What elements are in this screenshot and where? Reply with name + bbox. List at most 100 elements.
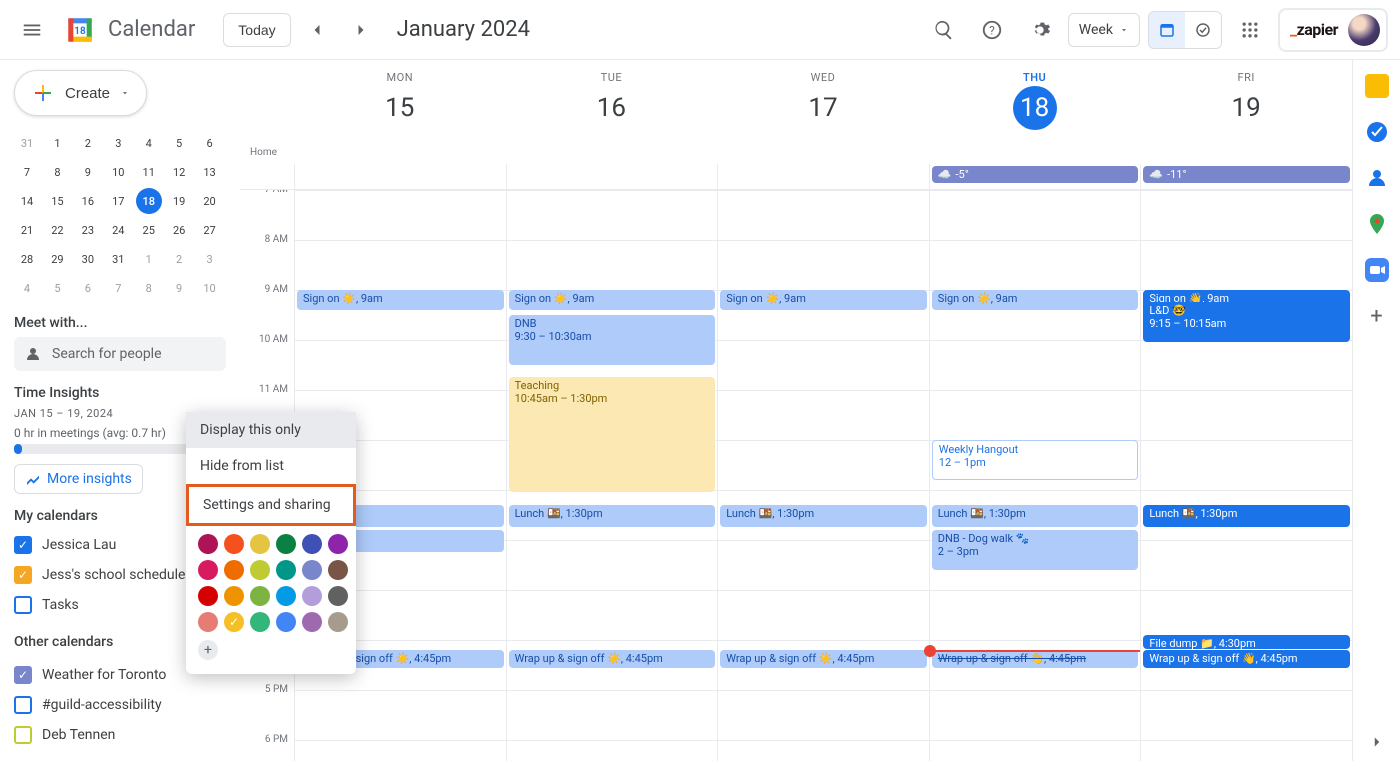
- calendar-event[interactable]: Lunch 🍱, 1:30pm: [720, 505, 927, 527]
- mini-cal-day[interactable]: 15: [44, 188, 70, 214]
- zoom-icon[interactable]: [1365, 258, 1389, 282]
- mini-cal-day[interactable]: 16: [75, 188, 101, 214]
- day-header[interactable]: THU18: [929, 60, 1141, 140]
- mini-cal-day[interactable]: 23: [75, 217, 101, 243]
- checkbox[interactable]: [14, 666, 32, 684]
- mini-cal-day[interactable]: 1: [44, 130, 70, 156]
- calendar-event[interactable]: Wrap up & sign off 👋, 4:45pm: [932, 650, 1139, 668]
- day-header[interactable]: WED17: [717, 60, 929, 140]
- color-swatch[interactable]: [276, 534, 296, 554]
- help-icon[interactable]: ?: [972, 10, 1012, 50]
- color-swatch[interactable]: [198, 612, 218, 632]
- calendar-event[interactable]: Lunch 🍱, 1:30pm: [932, 505, 1139, 527]
- today-button[interactable]: Today: [223, 13, 290, 47]
- checkbox[interactable]: [14, 536, 32, 554]
- day-column[interactable]: Sign on ☀️, 9amLunch 🍱, 1:30pmWrap up & …: [717, 190, 929, 761]
- contacts-icon[interactable]: [1365, 166, 1389, 190]
- mini-cal-day[interactable]: 7: [105, 275, 131, 301]
- color-swatch[interactable]: [224, 560, 244, 580]
- mini-cal-day[interactable]: 2: [75, 130, 101, 156]
- search-people-input[interactable]: Search for people: [14, 337, 226, 371]
- main-menu-icon[interactable]: [12, 10, 52, 50]
- apps-icon[interactable]: [1230, 10, 1270, 50]
- maps-icon[interactable]: [1365, 212, 1389, 236]
- color-swatch[interactable]: [302, 612, 322, 632]
- mini-cal-day[interactable]: 5: [44, 275, 70, 301]
- calendar-event[interactable]: Teaching10:45am – 1:30pm: [509, 377, 716, 492]
- mini-cal-day[interactable]: 11: [136, 159, 162, 185]
- allday-cell[interactable]: ☁️-11°: [1140, 164, 1352, 189]
- mini-cal-day[interactable]: 8: [44, 159, 70, 185]
- color-swatch[interactable]: [250, 586, 270, 606]
- calendar-event[interactable]: Weekly Hangout12 – 1pm: [932, 440, 1139, 480]
- mini-cal-day[interactable]: 13: [197, 159, 223, 185]
- mini-cal-day[interactable]: 29: [44, 246, 70, 272]
- allday-cell[interactable]: ☁️-5°: [929, 164, 1141, 189]
- day-column[interactable]: Sign on 👋, 9amL&D 🤓9:15 – 10:15amLunch 🍱…: [1140, 190, 1352, 761]
- color-swatch[interactable]: [250, 560, 270, 580]
- color-swatch[interactable]: [276, 560, 296, 580]
- day-header[interactable]: MON15: [294, 60, 506, 140]
- calendar-event[interactable]: Lunch 🍱, 1:30pm: [509, 505, 716, 527]
- day-header[interactable]: FRI19: [1140, 60, 1352, 140]
- mini-cal-day[interactable]: 31: [14, 130, 40, 156]
- color-swatch[interactable]: [328, 560, 348, 580]
- color-swatch[interactable]: [302, 586, 322, 606]
- calendar-event[interactable]: Sign on ☀️, 9am: [509, 290, 716, 310]
- mini-cal-day[interactable]: 3: [105, 130, 131, 156]
- mini-cal-day[interactable]: 9: [166, 275, 192, 301]
- create-button[interactable]: Create: [14, 70, 147, 116]
- mini-cal-day[interactable]: 18: [136, 188, 162, 214]
- calendar-view-button[interactable]: [1149, 12, 1185, 48]
- mini-cal-day[interactable]: 10: [197, 275, 223, 301]
- next-period-button[interactable]: [343, 12, 379, 48]
- calendar-event[interactable]: Wrap up & sign off ☀️, 4:45pm: [720, 650, 927, 668]
- calendar-event[interactable]: Sign on ☀️, 9am: [932, 290, 1139, 310]
- calendar-toggle[interactable]: #guild-accessibility: [14, 690, 226, 720]
- color-swatch[interactable]: [276, 586, 296, 606]
- color-swatch[interactable]: [302, 560, 322, 580]
- calendar-event[interactable]: L&D 🤓9:15 – 10:15am: [1143, 302, 1350, 342]
- mini-cal-day[interactable]: 4: [14, 275, 40, 301]
- search-icon[interactable]: [924, 10, 964, 50]
- mini-cal-day[interactable]: 19: [166, 188, 192, 214]
- mini-cal-day[interactable]: 5: [166, 130, 192, 156]
- color-swatch[interactable]: [250, 534, 270, 554]
- mini-cal-day[interactable]: 1: [136, 246, 162, 272]
- checkbox[interactable]: [14, 726, 32, 744]
- mini-cal-day[interactable]: 6: [75, 275, 101, 301]
- color-swatch[interactable]: [224, 612, 244, 632]
- color-swatch[interactable]: [198, 560, 218, 580]
- color-swatch[interactable]: [276, 612, 296, 632]
- day-header[interactable]: TUE16: [506, 60, 718, 140]
- mini-cal-day[interactable]: 22: [44, 217, 70, 243]
- context-menu-item[interactable]: Display this only: [186, 412, 356, 448]
- allday-cell[interactable]: [717, 164, 929, 189]
- calendar-event[interactable]: Lunch 🍱, 1:30pm: [1143, 505, 1350, 527]
- calendar-event[interactable]: DNB9:30 – 10:30am: [509, 315, 716, 365]
- mini-cal-day[interactable]: 4: [136, 130, 162, 156]
- view-select[interactable]: Week: [1068, 13, 1140, 47]
- checkbox[interactable]: [14, 596, 32, 614]
- color-swatch[interactable]: [302, 534, 322, 554]
- keep-icon[interactable]: [1365, 74, 1389, 98]
- mini-calendar[interactable]: 3112345678910111213141516171819202122232…: [14, 130, 224, 301]
- calendar-event[interactable]: Wrap up & sign off ☀️, 4:45pm: [509, 650, 716, 668]
- calendar-event[interactable]: DNB - Dog walk 🐾2 – 3pm: [932, 530, 1139, 570]
- prev-period-button[interactable]: [299, 12, 335, 48]
- context-menu-item[interactable]: Settings and sharing: [186, 484, 356, 526]
- tasks-icon[interactable]: [1365, 120, 1389, 144]
- calendar-event[interactable]: Sign on ☀️, 9am: [297, 290, 504, 310]
- calendar-toggle[interactable]: Deb Tennen: [14, 720, 226, 750]
- hide-panel-button[interactable]: [1368, 733, 1386, 751]
- weather-event[interactable]: ☁️-5°: [932, 166, 1139, 183]
- mini-cal-day[interactable]: 14: [14, 188, 40, 214]
- mini-cal-day[interactable]: 26: [166, 217, 192, 243]
- color-swatch[interactable]: [328, 612, 348, 632]
- color-swatch[interactable]: [198, 586, 218, 606]
- mini-cal-day[interactable]: 12: [166, 159, 192, 185]
- settings-icon[interactable]: [1020, 10, 1060, 50]
- mini-cal-day[interactable]: 6: [197, 130, 223, 156]
- allday-cell[interactable]: [294, 164, 506, 189]
- context-menu-item[interactable]: Hide from list: [186, 448, 356, 484]
